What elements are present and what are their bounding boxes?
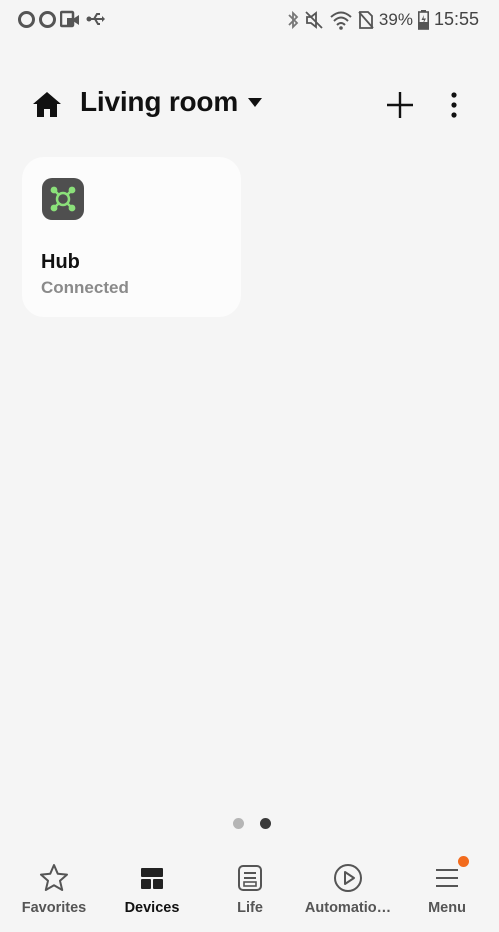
device-card-hub[interactable]: Hub Connected [22,157,241,317]
no-sim-icon [358,10,374,29]
clock: 15:55 [433,9,479,29]
page-indicator [233,818,271,829]
app-header: Living room [0,78,499,134]
more-options-icon[interactable] [442,90,466,120]
life-icon [238,865,262,891]
home-icon[interactable] [32,90,62,118]
chevron-down-icon[interactable] [248,98,262,107]
add-icon[interactable] [385,90,415,120]
nav-label: Automatio… [304,900,392,916]
page-dot-active[interactable] [260,818,271,829]
nav-favorites[interactable]: Favorites [4,848,104,928]
play-circle-icon [334,864,362,892]
nav-label: Favorites [21,900,87,916]
nav-life[interactable]: Life [200,848,300,928]
notification-badge [458,856,469,867]
mute-icon [305,10,323,29]
nav-automations[interactable]: Automatio… [298,848,398,928]
notification-ring-icon [18,10,35,28]
notification-ring-icon [39,10,56,28]
status-right-icons: 39% 15:55 [287,9,479,30]
nav-label: Menu [428,900,466,916]
hub-icon [42,178,84,220]
star-icon [40,864,68,891]
device-status: Connected [41,278,129,297]
status-bar: 39% 15:55 [0,0,499,40]
wifi-icon [330,11,352,30]
battery-percent: 39% [378,9,413,29]
nav-menu[interactable]: Menu [397,848,497,928]
video-call-icon [60,10,79,28]
location-title[interactable]: Living room [80,86,238,118]
usb-icon [86,13,105,25]
bluetooth-icon [288,10,299,29]
page-dot[interactable] [233,818,244,829]
menu-icon [436,869,458,887]
device-name: Hub [41,251,80,273]
status-left-icons [18,10,106,28]
devices-grid-icon [141,868,163,889]
nav-label: Devices [124,900,180,916]
bottom-navigation: Favorites Devices Life Automatio… Menu [0,848,499,932]
battery-icon [417,9,429,30]
nav-devices[interactable]: Devices [102,848,202,928]
nav-label: Life [237,900,263,916]
